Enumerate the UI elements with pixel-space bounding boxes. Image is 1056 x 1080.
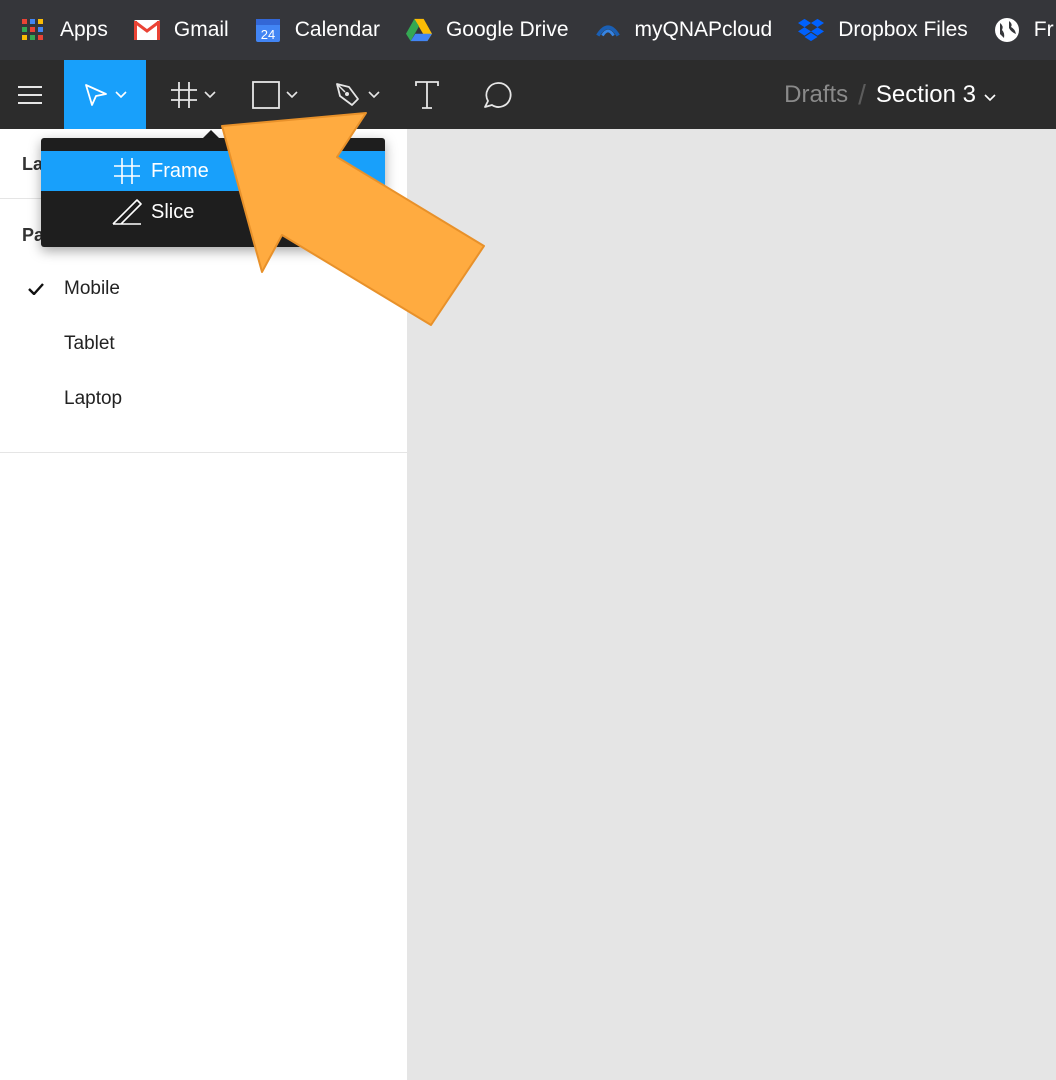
page-item-label: Mobile [64, 277, 120, 299]
globe-icon [994, 17, 1020, 43]
frame-icon [107, 157, 147, 185]
text-icon [414, 80, 440, 110]
breadcrumb-drafts-link[interactable]: Drafts [784, 81, 848, 109]
breadcrumb: Drafts / Section 3 [784, 60, 996, 129]
bookmark-label: Dropbox Files [838, 18, 968, 41]
slice-icon [107, 198, 147, 226]
bookmark-dropbox[interactable]: Dropbox Files [798, 0, 968, 60]
panel-divider [0, 452, 407, 453]
left-panel: La Pa Mobile Tablet Laptop [0, 129, 408, 1080]
menu-button[interactable] [8, 60, 52, 129]
chevron-down-icon[interactable] [984, 81, 996, 109]
menu-icon [17, 85, 43, 105]
page-item-mobile[interactable]: Mobile [0, 261, 407, 316]
move-tool-button[interactable] [64, 60, 146, 129]
page-item-label: Tablet [64, 332, 115, 354]
bookmark-gmail[interactable]: Gmail [133, 0, 229, 60]
chevron-down-icon [368, 90, 380, 99]
gmail-icon [133, 17, 160, 43]
breadcrumb-separator: / [858, 78, 866, 110]
dropbox-icon [798, 17, 825, 43]
menu-item-label: Frame [151, 159, 209, 182]
qnap-cloud-icon [595, 17, 621, 43]
pen-tool-button[interactable] [324, 60, 390, 129]
bookmark-label: Google Drive [445, 18, 569, 41]
frame-tool-button[interactable] [160, 60, 226, 129]
calendar-badge: 24 [260, 27, 274, 42]
bookmark-apps[interactable]: Apps [20, 0, 108, 60]
checkmark-icon [0, 282, 64, 295]
calendar-icon: 24 [255, 17, 281, 43]
menu-item-frame[interactable]: Frame [41, 151, 385, 191]
chevron-down-icon [286, 90, 298, 99]
menu-item-slice[interactable]: Slice [41, 192, 385, 232]
pen-icon [334, 81, 362, 109]
bookmark-globe[interactable]: Fr [994, 0, 1054, 60]
bookmark-label: Gmail [173, 18, 229, 41]
page-item-laptop[interactable]: Laptop [0, 371, 407, 426]
bookmark-label: Apps [60, 18, 108, 41]
google-drive-icon [405, 17, 432, 43]
text-tool-button[interactable] [404, 60, 450, 129]
layers-heading[interactable]: La [22, 154, 43, 175]
canvas[interactable] [408, 129, 1056, 1080]
bookmark-label: myQNAPcloud [634, 18, 773, 41]
page-item-tablet[interactable]: Tablet [0, 316, 407, 371]
bookmarks-bar: Apps Gmail 24 Calendar Google Drive myQN… [0, 0, 1056, 60]
bookmark-label: Fr [1033, 18, 1054, 41]
dropdown-caret [203, 130, 219, 138]
comment-tool-button[interactable] [474, 60, 520, 129]
shape-tool-button[interactable] [242, 60, 308, 129]
cursor-icon [83, 82, 109, 108]
rectangle-icon [252, 80, 280, 109]
page-item-label: Laptop [64, 387, 123, 409]
bookmark-label: Calendar [294, 18, 380, 41]
bookmark-calendar[interactable]: 24 Calendar [255, 0, 380, 60]
menu-item-label: Slice [151, 200, 195, 223]
chevron-down-icon [115, 90, 127, 99]
bookmark-myqnapcloud[interactable]: myQNAPcloud [595, 0, 773, 60]
toolbar: Drafts / Section 3 [0, 60, 1056, 129]
chevron-down-icon [204, 90, 216, 99]
comment-icon [482, 80, 512, 110]
frame-tool-dropdown: Frame Slice [41, 138, 385, 247]
apps-grid-icon [20, 17, 46, 43]
file-name-button[interactable]: Section 3 [876, 81, 976, 109]
frame-icon [170, 81, 198, 109]
bookmark-google-drive[interactable]: Google Drive [405, 0, 569, 60]
